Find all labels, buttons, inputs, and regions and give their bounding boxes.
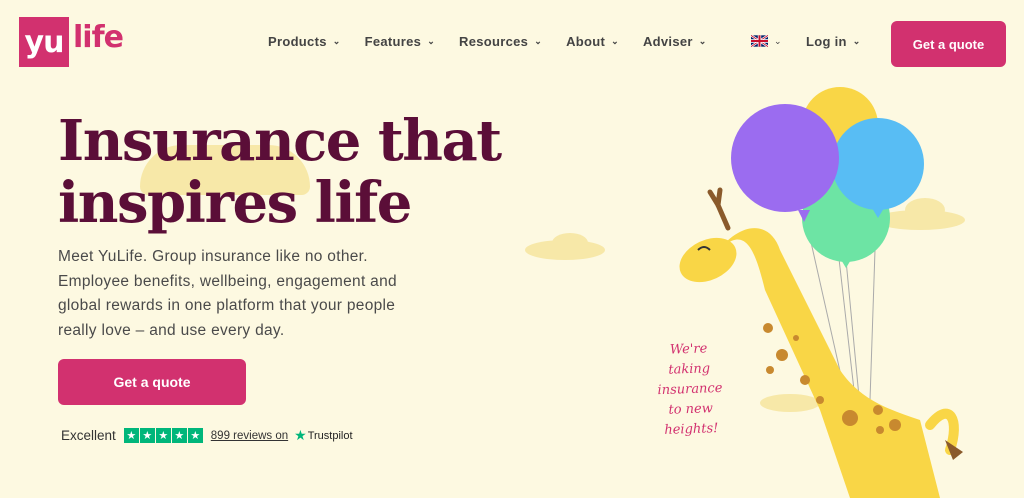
uk-flag-icon <box>751 35 768 47</box>
nav-item-products[interactable]: Products ⌄ <box>268 34 341 49</box>
nav-item-resources[interactable]: Resources ⌄ <box>459 34 542 49</box>
hero-subtitle: Meet YuLife. Group insurance like no oth… <box>58 248 397 339</box>
nav-item-features[interactable]: Features ⌄ <box>365 34 435 49</box>
nav-item-label: Products <box>268 34 327 49</box>
nav-item-about[interactable]: About ⌄ <box>566 34 619 49</box>
logo-wordmark: life <box>73 19 124 55</box>
chevron-down-icon: ⌄ <box>698 36 707 46</box>
star-icon: ★ <box>187 428 203 443</box>
chevron-down-icon: ⌄ <box>852 36 861 46</box>
chevron-down-icon: ⌄ <box>332 36 341 46</box>
trust-stars: ★ ★ ★ ★ ★ <box>123 428 203 443</box>
giraffe-horns <box>707 187 731 231</box>
star-icon: ★ <box>155 428 171 443</box>
cloud-left <box>525 233 605 260</box>
balloon-purple <box>731 104 839 212</box>
login-label: Log in <box>806 34 847 49</box>
nav-item-label: Resources <box>459 34 529 49</box>
chevron-down-icon: ⌄ <box>611 36 619 46</box>
giraffe-body <box>715 228 940 498</box>
cloud-bottom <box>760 394 820 412</box>
nav-item-label: Features <box>364 34 422 49</box>
hero-tagline: We're taking insurance to new heights! <box>657 341 723 438</box>
login-link[interactable]: Log in ⌄ <box>806 34 861 49</box>
star-icon: ★ <box>139 428 155 443</box>
star-icon: ★ <box>123 428 139 443</box>
trust-rating-label: Excellent <box>61 428 116 443</box>
trustpilot-star-icon: ★ <box>294 427 307 443</box>
chevron-down-icon: ⌄ <box>534 36 543 46</box>
yulife-logo[interactable]: yu life <box>19 17 124 67</box>
chevron-down-icon: ⌄ <box>427 36 436 46</box>
giraffe-balloons-illustration <box>525 87 965 498</box>
hero-get-quote-button[interactable]: Get a quote <box>58 359 246 405</box>
trustpilot-logo: ★ Trustpilot <box>294 427 352 444</box>
trustpilot-widget[interactable]: Excellent ★ ★ ★ ★ ★ 899 reviews on ★ Tru… <box>61 427 353 444</box>
logo-mark: yu <box>19 17 69 67</box>
language-selector[interactable]: ⌄ <box>751 35 782 47</box>
trustpilot-brand: Trustpilot <box>307 429 353 442</box>
star-icon: ★ <box>171 428 187 443</box>
header-get-quote-button[interactable]: Get a quote <box>891 21 1006 67</box>
nav-item-label: About <box>566 34 606 49</box>
balloon-blue <box>832 118 924 210</box>
main-nav: Products ⌄ Features ⌄ Resources ⌄ About … <box>268 34 731 49</box>
chevron-down-icon: ⌄ <box>774 35 782 46</box>
nav-item-label: Adviser <box>642 34 693 49</box>
hero-title: Insurance that inspires life <box>58 108 502 236</box>
reviews-link[interactable]: 899 reviews on <box>211 430 288 442</box>
nav-item-adviser[interactable]: Adviser ⌄ <box>643 34 707 49</box>
